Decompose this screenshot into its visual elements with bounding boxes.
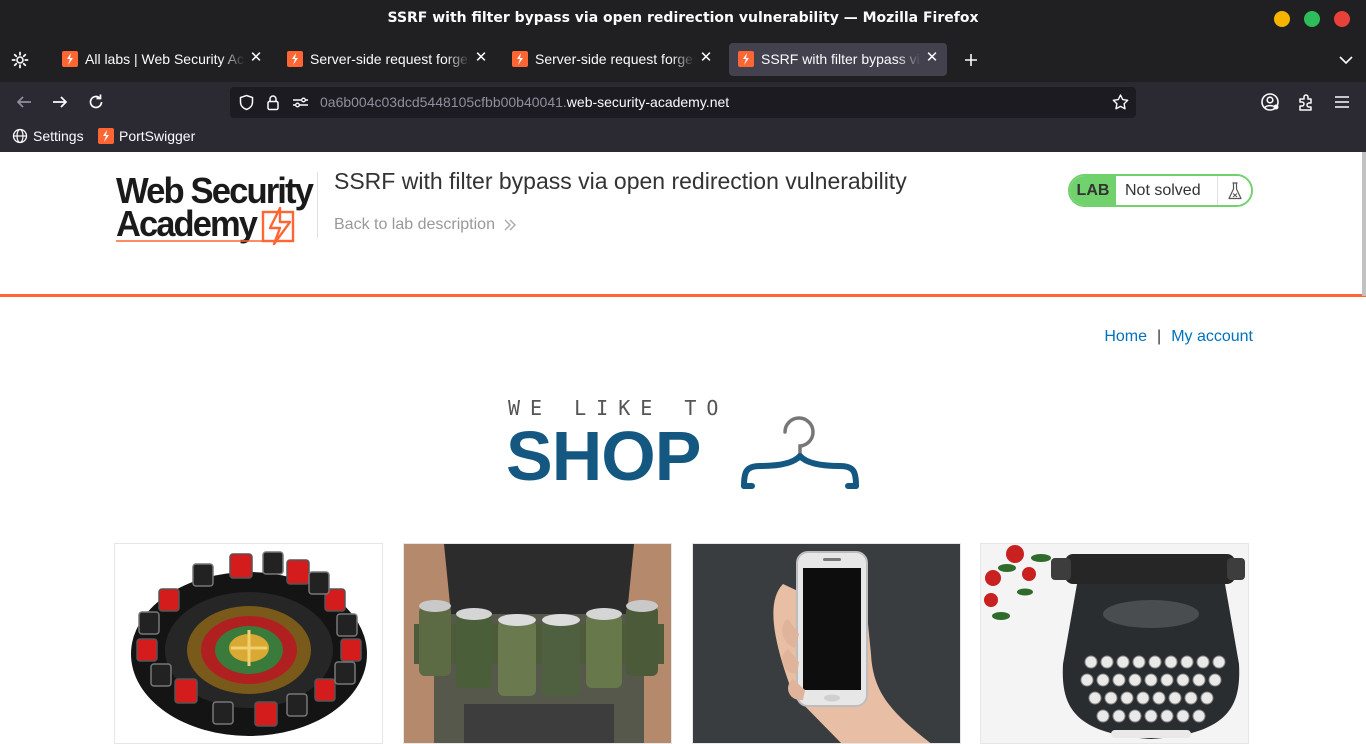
- extensions-puzzle-icon[interactable]: [1294, 90, 1318, 114]
- home-link[interactable]: Home: [1104, 328, 1147, 346]
- lock-icon[interactable]: [265, 94, 281, 115]
- double-chevron-right-icon: [504, 219, 516, 231]
- top-nav-links: Home | My account: [1104, 328, 1253, 346]
- bookmark-star-icon[interactable]: [1111, 93, 1130, 116]
- tab-bar: All labs | Web Security Academy ✕ Server…: [0, 38, 1366, 82]
- portswigger-favicon-icon: [512, 51, 528, 67]
- forward-arrow-icon[interactable]: [48, 90, 72, 114]
- tab-all-labs[interactable]: All labs | Web Security Academy ✕: [53, 43, 271, 76]
- banner-title: SHOP: [506, 417, 701, 495]
- globe-icon: [12, 128, 28, 144]
- tab-label: Server-side request forgery (SSRF): [310, 51, 470, 67]
- tab-ssrf-1[interactable]: Server-side request forgery (SSRF) ✕: [278, 43, 496, 76]
- logo-line2: Academy: [116, 203, 258, 244]
- page-content: Web Security Academy SSRF with filter by…: [0, 152, 1366, 744]
- tab-ssrf-filter-bypass[interactable]: SSRF with filter bypass via open redirec…: [729, 43, 947, 76]
- bookmark-label: Settings: [33, 128, 84, 144]
- tab-close-icon[interactable]: ✕: [472, 49, 490, 67]
- tab-close-icon[interactable]: ✕: [697, 49, 715, 67]
- url-domain: web-security-academy.net: [566, 94, 730, 110]
- bookmark-settings[interactable]: Settings: [12, 128, 84, 144]
- shield-icon[interactable]: [238, 94, 255, 115]
- lab-status-widget: LAB Not solved: [1068, 174, 1253, 207]
- back-to-lab-description-link[interactable]: Back to lab description: [334, 216, 517, 234]
- window-title: SSRF with filter bypass via open redirec…: [387, 10, 979, 26]
- gear-icon[interactable]: [10, 50, 30, 70]
- tab-label: Server-side request forgery (SSRF): [535, 51, 695, 67]
- my-account-link[interactable]: My account: [1171, 328, 1253, 346]
- bookmarks-toolbar: Settings PortSwigger: [0, 122, 1366, 152]
- tab-close-icon[interactable]: ✕: [247, 49, 265, 67]
- product-image-beer-belt[interactable]: [403, 543, 672, 744]
- minimize-button[interactable]: [1274, 11, 1290, 27]
- back-link-label: Back to lab description: [334, 216, 495, 233]
- list-all-tabs-chevron-icon[interactable]: [1336, 50, 1356, 70]
- window-titlebar: SSRF with filter bypass via open redirec…: [0, 0, 1366, 38]
- product-image-roulette[interactable]: [114, 543, 383, 744]
- logo-divider: [317, 172, 318, 238]
- url-host-prefix: 0a6b004c03dcd5448105cfbb00b40041.: [320, 94, 567, 110]
- lab-badge: LAB: [1070, 176, 1116, 205]
- permissions-icon[interactable]: [292, 95, 309, 114]
- url-text[interactable]: 0a6b004c03dcd5448105cfbb00b40041.web-sec…: [320, 94, 729, 110]
- lab-title: SSRF with filter bypass via open redirec…: [334, 168, 907, 194]
- close-window-button[interactable]: [1334, 11, 1350, 27]
- back-arrow-icon[interactable]: [12, 90, 36, 114]
- page-scrollbar[interactable]: [1362, 152, 1366, 296]
- flask-icon: [1217, 176, 1251, 205]
- url-bar[interactable]: 0a6b004c03dcd5448105cfbb00b40041.web-sec…: [230, 87, 1136, 118]
- new-tab-plus-icon[interactable]: [961, 50, 981, 70]
- portswigger-icon: [98, 128, 114, 144]
- tab-label: SSRF with filter bypass via open redirec…: [761, 51, 921, 67]
- lab-header: Web Security Academy SSRF with filter by…: [0, 152, 1366, 297]
- tab-ssrf-2[interactable]: Server-side request forgery (SSRF) ✕: [503, 43, 721, 76]
- portswigger-favicon-icon: [287, 51, 303, 67]
- portswigger-favicon-icon: [62, 51, 78, 67]
- nav-separator: |: [1157, 328, 1162, 345]
- bookmark-portswigger[interactable]: PortSwigger: [98, 128, 195, 144]
- product-image-typewriter[interactable]: [980, 543, 1249, 744]
- tab-label: All labs | Web Security Academy: [85, 51, 245, 67]
- reload-icon[interactable]: [84, 90, 108, 114]
- web-security-academy-logo[interactable]: Web Security Academy: [114, 170, 318, 246]
- tab-close-icon[interactable]: ✕: [923, 49, 941, 67]
- lab-status-text: Not solved: [1116, 176, 1217, 205]
- hamburger-menu-icon[interactable]: [1330, 90, 1354, 114]
- bookmark-label: PortSwigger: [119, 128, 196, 144]
- account-icon[interactable]: [1258, 90, 1282, 114]
- product-image-smartphone[interactable]: [692, 543, 961, 744]
- shop-banner: WE LIKE TO SHOP: [506, 396, 862, 495]
- portswigger-favicon-icon: [738, 51, 754, 67]
- hanger-icon: [741, 416, 859, 489]
- maximize-button[interactable]: [1304, 11, 1320, 27]
- navigation-toolbar: 0a6b004c03dcd5448105cfbb00b40041.web-sec…: [0, 82, 1366, 122]
